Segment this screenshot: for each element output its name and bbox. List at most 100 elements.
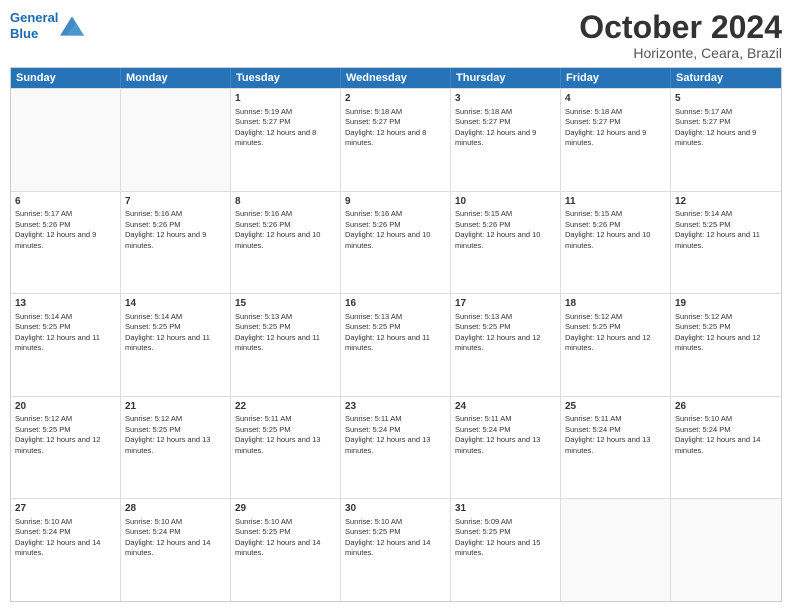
day-info: Sunrise: 5:16 AMSunset: 5:26 PMDaylight:… bbox=[125, 209, 226, 251]
day-info: Sunrise: 5:14 AMSunset: 5:25 PMDaylight:… bbox=[125, 312, 226, 354]
calendar-cell: 31Sunrise: 5:09 AMSunset: 5:25 PMDayligh… bbox=[451, 499, 561, 601]
day-number: 18 bbox=[565, 297, 666, 311]
day-info: Sunrise: 5:11 AMSunset: 5:24 PMDaylight:… bbox=[345, 414, 446, 456]
logo-text: General bbox=[10, 10, 58, 26]
calendar-cell: 5Sunrise: 5:17 AMSunset: 5:27 PMDaylight… bbox=[671, 89, 781, 191]
day-number: 16 bbox=[345, 297, 446, 311]
calendar-cell: 21Sunrise: 5:12 AMSunset: 5:25 PMDayligh… bbox=[121, 397, 231, 499]
day-info: Sunrise: 5:14 AMSunset: 5:25 PMDaylight:… bbox=[15, 312, 116, 354]
day-info: Sunrise: 5:10 AMSunset: 5:24 PMDaylight:… bbox=[15, 517, 116, 559]
day-number: 19 bbox=[675, 297, 777, 311]
calendar-cell: 25Sunrise: 5:11 AMSunset: 5:24 PMDayligh… bbox=[561, 397, 671, 499]
day-number: 22 bbox=[235, 400, 336, 414]
calendar-cell: 11Sunrise: 5:15 AMSunset: 5:26 PMDayligh… bbox=[561, 192, 671, 294]
calendar: SundayMondayTuesdayWednesdayThursdayFrid… bbox=[10, 67, 782, 602]
day-info: Sunrise: 5:10 AMSunset: 5:24 PMDaylight:… bbox=[675, 414, 777, 456]
day-info: Sunrise: 5:10 AMSunset: 5:25 PMDaylight:… bbox=[235, 517, 336, 559]
day-info: Sunrise: 5:13 AMSunset: 5:25 PMDaylight:… bbox=[345, 312, 446, 354]
calendar-cell: 16Sunrise: 5:13 AMSunset: 5:25 PMDayligh… bbox=[341, 294, 451, 396]
calendar-cell bbox=[121, 89, 231, 191]
day-number: 11 bbox=[565, 195, 666, 209]
calendar-cell: 17Sunrise: 5:13 AMSunset: 5:25 PMDayligh… bbox=[451, 294, 561, 396]
day-number: 26 bbox=[675, 400, 777, 414]
day-number: 31 bbox=[455, 502, 556, 516]
day-info: Sunrise: 5:16 AMSunset: 5:26 PMDaylight:… bbox=[235, 209, 336, 251]
day-number: 6 bbox=[15, 195, 116, 209]
calendar-cell: 22Sunrise: 5:11 AMSunset: 5:25 PMDayligh… bbox=[231, 397, 341, 499]
calendar-cell: 26Sunrise: 5:10 AMSunset: 5:24 PMDayligh… bbox=[671, 397, 781, 499]
calendar-cell: 29Sunrise: 5:10 AMSunset: 5:25 PMDayligh… bbox=[231, 499, 341, 601]
calendar-cell: 27Sunrise: 5:10 AMSunset: 5:24 PMDayligh… bbox=[11, 499, 121, 601]
calendar-cell bbox=[11, 89, 121, 191]
calendar-cell: 28Sunrise: 5:10 AMSunset: 5:24 PMDayligh… bbox=[121, 499, 231, 601]
calendar-cell: 10Sunrise: 5:15 AMSunset: 5:26 PMDayligh… bbox=[451, 192, 561, 294]
day-number: 28 bbox=[125, 502, 226, 516]
day-info: Sunrise: 5:11 AMSunset: 5:25 PMDaylight:… bbox=[235, 414, 336, 456]
week-row-4: 20Sunrise: 5:12 AMSunset: 5:25 PMDayligh… bbox=[11, 396, 781, 499]
calendar-cell: 20Sunrise: 5:12 AMSunset: 5:25 PMDayligh… bbox=[11, 397, 121, 499]
day-number: 8 bbox=[235, 195, 336, 209]
calendar-cell: 23Sunrise: 5:11 AMSunset: 5:24 PMDayligh… bbox=[341, 397, 451, 499]
calendar-body: 1Sunrise: 5:19 AMSunset: 5:27 PMDaylight… bbox=[11, 88, 781, 601]
calendar-cell: 30Sunrise: 5:10 AMSunset: 5:25 PMDayligh… bbox=[341, 499, 451, 601]
day-of-week-sunday: Sunday bbox=[11, 68, 121, 88]
day-info: Sunrise: 5:15 AMSunset: 5:26 PMDaylight:… bbox=[565, 209, 666, 251]
day-number: 2 bbox=[345, 92, 446, 106]
calendar-cell: 6Sunrise: 5:17 AMSunset: 5:26 PMDaylight… bbox=[11, 192, 121, 294]
calendar-cell: 1Sunrise: 5:19 AMSunset: 5:27 PMDaylight… bbox=[231, 89, 341, 191]
day-number: 17 bbox=[455, 297, 556, 311]
subtitle: Horizonte, Ceara, Brazil bbox=[579, 45, 782, 61]
day-info: Sunrise: 5:11 AMSunset: 5:24 PMDaylight:… bbox=[455, 414, 556, 456]
calendar-cell: 14Sunrise: 5:14 AMSunset: 5:25 PMDayligh… bbox=[121, 294, 231, 396]
calendar-cell: 4Sunrise: 5:18 AMSunset: 5:27 PMDaylight… bbox=[561, 89, 671, 191]
day-number: 10 bbox=[455, 195, 556, 209]
day-number: 15 bbox=[235, 297, 336, 311]
day-number: 24 bbox=[455, 400, 556, 414]
day-info: Sunrise: 5:14 AMSunset: 5:25 PMDaylight:… bbox=[675, 209, 777, 251]
calendar-cell: 2Sunrise: 5:18 AMSunset: 5:27 PMDaylight… bbox=[341, 89, 451, 191]
calendar-cell: 12Sunrise: 5:14 AMSunset: 5:25 PMDayligh… bbox=[671, 192, 781, 294]
title-block: October 2024 Horizonte, Ceara, Brazil bbox=[579, 10, 782, 61]
calendar-cell bbox=[671, 499, 781, 601]
day-number: 14 bbox=[125, 297, 226, 311]
day-number: 27 bbox=[15, 502, 116, 516]
day-of-week-friday: Friday bbox=[561, 68, 671, 88]
calendar-cell: 15Sunrise: 5:13 AMSunset: 5:25 PMDayligh… bbox=[231, 294, 341, 396]
day-number: 12 bbox=[675, 195, 777, 209]
calendar-cell: 18Sunrise: 5:12 AMSunset: 5:25 PMDayligh… bbox=[561, 294, 671, 396]
month-title: October 2024 bbox=[579, 10, 782, 45]
day-info: Sunrise: 5:10 AMSunset: 5:24 PMDaylight:… bbox=[125, 517, 226, 559]
week-row-2: 6Sunrise: 5:17 AMSunset: 5:26 PMDaylight… bbox=[11, 191, 781, 294]
day-number: 1 bbox=[235, 92, 336, 106]
calendar-cell: 9Sunrise: 5:16 AMSunset: 5:26 PMDaylight… bbox=[341, 192, 451, 294]
calendar-cell: 24Sunrise: 5:11 AMSunset: 5:24 PMDayligh… bbox=[451, 397, 561, 499]
calendar-cell: 13Sunrise: 5:14 AMSunset: 5:25 PMDayligh… bbox=[11, 294, 121, 396]
day-number: 25 bbox=[565, 400, 666, 414]
day-info: Sunrise: 5:13 AMSunset: 5:25 PMDaylight:… bbox=[455, 312, 556, 354]
calendar-cell bbox=[561, 499, 671, 601]
calendar-cell: 19Sunrise: 5:12 AMSunset: 5:25 PMDayligh… bbox=[671, 294, 781, 396]
day-info: Sunrise: 5:11 AMSunset: 5:24 PMDaylight:… bbox=[565, 414, 666, 456]
day-of-week-thursday: Thursday bbox=[451, 68, 561, 88]
day-info: Sunrise: 5:18 AMSunset: 5:27 PMDaylight:… bbox=[455, 107, 556, 149]
day-info: Sunrise: 5:19 AMSunset: 5:27 PMDaylight:… bbox=[235, 107, 336, 149]
day-info: Sunrise: 5:16 AMSunset: 5:26 PMDaylight:… bbox=[345, 209, 446, 251]
day-number: 13 bbox=[15, 297, 116, 311]
day-info: Sunrise: 5:12 AMSunset: 5:25 PMDaylight:… bbox=[565, 312, 666, 354]
page: General Blue October 2024 Horizonte, Cea… bbox=[0, 0, 792, 612]
calendar-cell: 7Sunrise: 5:16 AMSunset: 5:26 PMDaylight… bbox=[121, 192, 231, 294]
day-number: 9 bbox=[345, 195, 446, 209]
day-info: Sunrise: 5:12 AMSunset: 5:25 PMDaylight:… bbox=[15, 414, 116, 456]
week-row-3: 13Sunrise: 5:14 AMSunset: 5:25 PMDayligh… bbox=[11, 293, 781, 396]
day-number: 29 bbox=[235, 502, 336, 516]
day-number: 21 bbox=[125, 400, 226, 414]
calendar-cell: 3Sunrise: 5:18 AMSunset: 5:27 PMDaylight… bbox=[451, 89, 561, 191]
week-row-5: 27Sunrise: 5:10 AMSunset: 5:24 PMDayligh… bbox=[11, 498, 781, 601]
day-info: Sunrise: 5:12 AMSunset: 5:25 PMDaylight:… bbox=[675, 312, 777, 354]
day-info: Sunrise: 5:09 AMSunset: 5:25 PMDaylight:… bbox=[455, 517, 556, 559]
day-number: 3 bbox=[455, 92, 556, 106]
week-row-1: 1Sunrise: 5:19 AMSunset: 5:27 PMDaylight… bbox=[11, 88, 781, 191]
day-of-week-monday: Monday bbox=[121, 68, 231, 88]
day-number: 20 bbox=[15, 400, 116, 414]
day-of-week-wednesday: Wednesday bbox=[341, 68, 451, 88]
